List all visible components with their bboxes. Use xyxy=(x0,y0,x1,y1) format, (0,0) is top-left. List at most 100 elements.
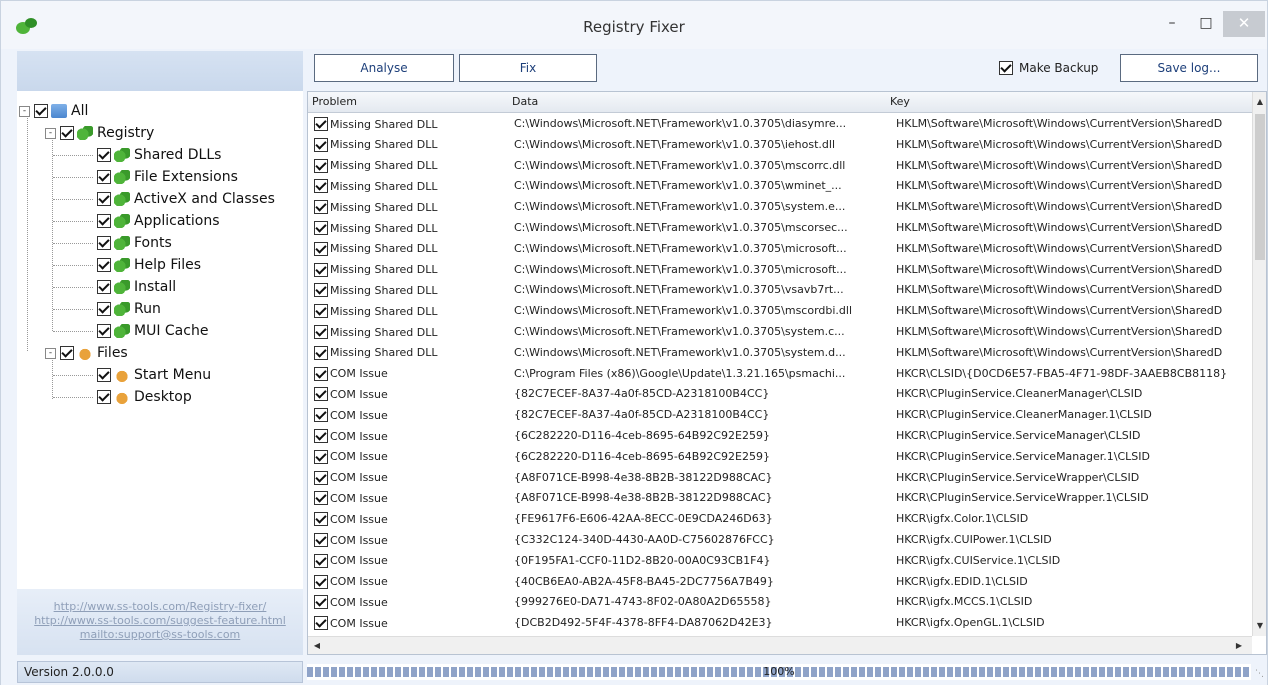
table-row[interactable]: Missing Shared DLL C:\Windows\Microsoft.N… xyxy=(308,176,1252,196)
checkbox-checked-icon[interactable] xyxy=(314,283,328,298)
table-row[interactable]: COM Issue {999276E0-DA71-4743-8F02-0A80A2… xyxy=(308,592,1252,612)
problem-cell[interactable]: Missing Shared DLL xyxy=(314,200,510,215)
problem-cell[interactable]: COM Issue xyxy=(314,491,510,506)
problem-cell[interactable]: COM Issue xyxy=(314,533,510,547)
checkbox-checked-icon[interactable] xyxy=(314,262,328,277)
scroll-left-arrow-icon[interactable]: ◀ xyxy=(310,638,324,654)
checkbox-checked-icon[interactable] xyxy=(314,408,328,423)
checkbox-checked-icon[interactable] xyxy=(97,368,111,382)
collapse-toggle-icon[interactable]: - xyxy=(45,127,56,139)
tree-item-file-extensions[interactable]: File Extensions xyxy=(53,167,238,187)
checkbox-checked-icon[interactable] xyxy=(314,137,328,152)
problem-cell[interactable]: COM Issue xyxy=(314,595,510,610)
checkbox-checked-icon[interactable] xyxy=(314,158,328,173)
problem-cell[interactable]: Missing Shared DLL xyxy=(314,283,510,298)
fix-button[interactable]: Fix xyxy=(459,54,597,82)
tree-item-applications[interactable]: Applications xyxy=(53,211,220,231)
table-row[interactable]: COM Issue {6C282220-D116-4ceb-8695-64B92C… xyxy=(308,426,1252,446)
table-row[interactable]: Missing Shared DLL C:\Windows\Microsoft.N… xyxy=(308,156,1252,176)
checkbox-checked-icon[interactable] xyxy=(314,616,328,631)
scroll-right-arrow-icon[interactable]: ▶ xyxy=(1232,638,1246,654)
resize-grip-icon[interactable]: ⋱ xyxy=(1255,669,1265,679)
tree-item-install[interactable]: Install xyxy=(53,277,176,297)
problem-cell[interactable]: Missing Shared DLL xyxy=(314,158,510,173)
column-header-key[interactable]: Key xyxy=(890,95,910,108)
checkbox-checked-icon[interactable] xyxy=(314,345,328,360)
table-row[interactable]: COM Issue {A8F071CE-B998-4e38-8B2B-38122D… xyxy=(308,488,1252,508)
close-button[interactable]: ✕ xyxy=(1223,11,1265,37)
analyse-button[interactable]: Analyse xyxy=(314,54,454,82)
checkbox-checked-icon[interactable] xyxy=(314,449,328,464)
tree-item-help-files[interactable]: Help Files xyxy=(53,255,201,275)
checkbox-checked-icon[interactable] xyxy=(314,491,328,506)
vertical-scrollbar[interactable]: ▲ ▼ xyxy=(1252,92,1266,636)
collapse-toggle-icon[interactable]: - xyxy=(45,347,56,359)
problem-cell[interactable]: COM Issue xyxy=(314,512,510,527)
checkbox-checked-icon[interactable] xyxy=(314,366,328,381)
table-row[interactable]: COM Issue {FE9617F6-E606-42AA-8ECC-0E9CDA… xyxy=(308,509,1252,529)
table-row[interactable]: COM Issue {C332C124-340D-4430-AA0D-C75602… xyxy=(308,530,1252,550)
problem-cell[interactable]: Missing Shared DLL xyxy=(314,345,510,360)
problem-cell[interactable]: COM Issue xyxy=(314,449,510,464)
category-tree[interactable]: - All - Registry Shared DLLs File Extensions A… xyxy=(17,91,303,589)
problem-cell[interactable]: Missing Shared DLL xyxy=(314,221,510,235)
problem-cell[interactable]: COM Issue xyxy=(314,429,510,443)
table-row[interactable]: COM Issue {82C7ECEF-8A37-4a0f-85CD-A23181… xyxy=(308,384,1252,404)
problem-cell[interactable]: Missing Shared DLL xyxy=(314,117,510,131)
scroll-up-arrow-icon[interactable]: ▲ xyxy=(1253,94,1266,110)
problem-cell[interactable]: Missing Shared DLL xyxy=(314,304,510,319)
make-backup-checkbox[interactable]: Make Backup xyxy=(999,61,1098,75)
checkbox-checked-icon[interactable] xyxy=(314,221,328,235)
checkbox-checked-icon[interactable] xyxy=(314,179,328,194)
problem-cell[interactable]: COM Issue xyxy=(314,553,510,568)
checkbox-checked-icon[interactable] xyxy=(314,429,328,443)
tree-item-registry[interactable]: - Registry xyxy=(45,123,154,143)
table-row[interactable]: COM Issue {DCB2D492-5F4F-4378-8FF4-DA8706… xyxy=(308,613,1252,633)
problem-cell[interactable]: COM Issue xyxy=(314,470,510,485)
table-row[interactable]: Missing Shared DLL C:\Windows\Microsoft.N… xyxy=(308,197,1252,217)
problem-cell[interactable]: Missing Shared DLL xyxy=(314,241,510,256)
problem-cell[interactable]: Missing Shared DLL xyxy=(314,262,510,277)
column-header-data[interactable]: Data xyxy=(512,95,538,108)
checkbox-checked-icon[interactable] xyxy=(314,241,328,256)
tree-item-activex-and-classes[interactable]: ActiveX and Classes xyxy=(53,189,275,209)
checkbox-checked-icon[interactable] xyxy=(97,280,111,294)
vertical-scroll-thumb[interactable] xyxy=(1255,114,1265,260)
checkbox-checked-icon[interactable] xyxy=(97,170,111,184)
minimize-button[interactable]: – xyxy=(1155,11,1189,37)
tree-item-files[interactable]: - Files xyxy=(45,343,128,363)
problem-cell[interactable]: COM Issue xyxy=(314,574,510,589)
table-row[interactable]: COM Issue C:\Program Files (x86)\Google\U… xyxy=(308,364,1252,384)
checkbox-checked-icon[interactable] xyxy=(314,533,328,547)
checkbox-checked-icon[interactable] xyxy=(314,595,328,610)
table-row[interactable]: COM Issue {40CB6EA0-AB2A-45F8-BA45-2DC775… xyxy=(308,572,1252,592)
checkbox-checked-icon[interactable] xyxy=(34,104,48,118)
checkbox-checked-icon[interactable] xyxy=(314,200,328,215)
checkbox-checked-icon[interactable] xyxy=(97,214,111,228)
problem-cell[interactable]: Missing Shared DLL xyxy=(314,179,510,194)
table-row[interactable]: Missing Shared DLL C:\Windows\Microsoft.N… xyxy=(308,239,1252,259)
table-row[interactable]: COM Issue {82C7ECEF-8A37-4a0f-85CD-A23181… xyxy=(308,405,1252,425)
table-row[interactable]: Missing Shared DLL C:\Windows\Microsoft.N… xyxy=(308,114,1252,134)
tree-item-desktop[interactable]: Desktop xyxy=(53,387,192,407)
tree-item-fonts[interactable]: Fonts xyxy=(53,233,172,253)
checkbox-checked-icon[interactable] xyxy=(97,258,111,272)
scroll-down-arrow-icon[interactable]: ▼ xyxy=(1253,618,1266,634)
table-row[interactable]: Missing Shared DLL C:\Windows\Microsoft.N… xyxy=(308,218,1252,238)
column-header-problem[interactable]: Problem xyxy=(312,95,357,108)
tree-item-run[interactable]: Run xyxy=(53,299,161,319)
checkbox-checked-icon[interactable] xyxy=(314,117,328,131)
problem-cell[interactable]: COM Issue xyxy=(314,408,510,423)
checkbox-checked-icon[interactable] xyxy=(97,148,111,162)
checkbox-checked-icon[interactable] xyxy=(314,512,328,527)
checkbox-checked-icon[interactable] xyxy=(999,61,1013,75)
checkbox-checked-icon[interactable] xyxy=(60,126,74,140)
checkbox-checked-icon[interactable] xyxy=(314,304,328,319)
tree-item-all[interactable]: - All xyxy=(19,101,88,121)
checkbox-checked-icon[interactable] xyxy=(314,325,328,339)
checkbox-checked-icon[interactable] xyxy=(60,346,74,360)
tree-item-start-menu[interactable]: Start Menu xyxy=(53,365,211,385)
table-row[interactable]: Missing Shared DLL C:\Windows\Microsoft.N… xyxy=(308,135,1252,155)
table-row[interactable]: Missing Shared DLL C:\Windows\Microsoft.N… xyxy=(308,343,1252,363)
checkbox-checked-icon[interactable] xyxy=(314,387,328,402)
